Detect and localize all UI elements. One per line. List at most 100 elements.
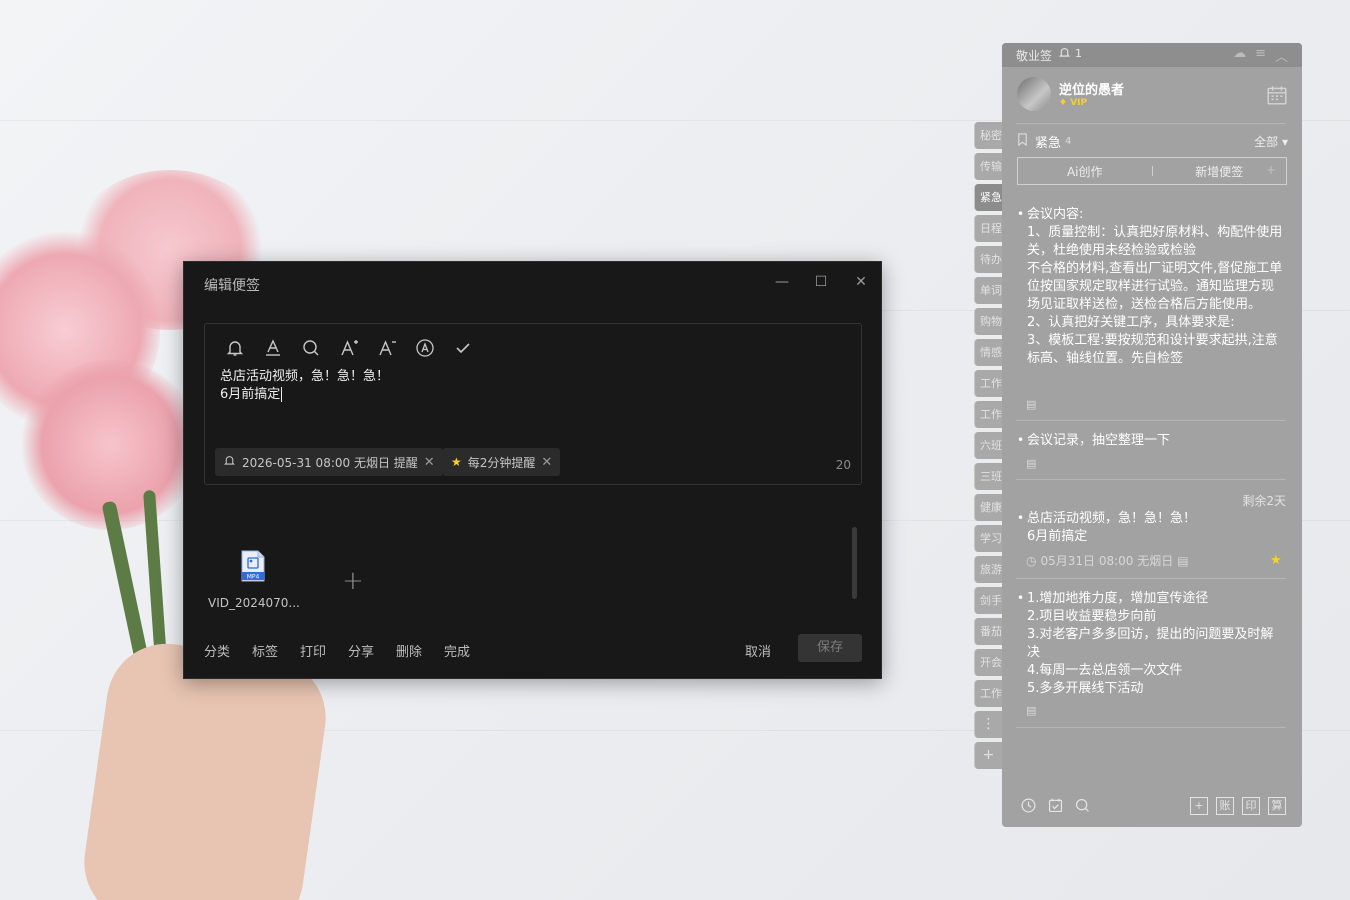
note-line-1: 总店活动视频，急！急！急！ <box>220 369 390 384</box>
repeat-chip[interactable]: ★ 每2分钟提醒 ✕ <box>443 448 561 476</box>
bookmark-icon <box>1016 133 1029 150</box>
text-color-icon[interactable] <box>263 338 283 358</box>
delete-button[interactable]: 删除 <box>396 641 422 660</box>
reminder-chip[interactable]: 2026-05-31 08:00 无烟日 提醒 ✕ <box>215 448 443 476</box>
category-tab-active[interactable]: 紧急 <box>974 184 1002 211</box>
category-tab[interactable]: 健康 <box>974 494 1002 521</box>
category-tab[interactable]: 三班 <box>974 463 1002 490</box>
bell-icon <box>223 454 236 470</box>
category-tab[interactable]: 旅游 <box>974 556 1002 583</box>
category-count: 4 <box>1065 136 1072 147</box>
note-content: 会议内容: 1、质量控制：认真把好原材料、构配件使用关，杜绝使用未经检验或检验 … <box>1027 207 1283 366</box>
remove-repeat-icon[interactable]: ✕ <box>541 455 552 470</box>
add-note-icon[interactable]: + <box>1190 797 1208 815</box>
list-item[interactable]: • 1.增加地推力度，增加宣传途径 2.项目收益要稳步向前 3.对老客户多多回访… <box>1016 590 1286 698</box>
search-icon[interactable] <box>301 338 321 358</box>
scrollbar[interactable] <box>852 527 857 599</box>
collapse-icon[interactable]: ︿ <box>1275 46 1288 65</box>
note-content: 会议记录，抽空整理一下 <box>1027 433 1171 448</box>
lock-icon: ▤ <box>1026 457 1037 470</box>
search-icon[interactable] <box>1074 797 1091 818</box>
lock-icon: ▤ <box>1026 398 1037 411</box>
notification-count: 1 <box>1075 47 1082 60</box>
category-tab[interactable]: 传输 <box>974 153 1002 180</box>
print-icon[interactable]: 印 <box>1242 797 1260 815</box>
sticky-notes-panel: 敬业签 1 ☁ ≡ ︿ 逆位的愚者 ♦ VIP 紧急 4 全部 ▾ Ai创作 新… <box>1002 43 1302 827</box>
category-tab[interactable]: 开会 <box>974 649 1002 676</box>
remove-reminder-icon[interactable]: ✕ <box>424 455 435 470</box>
font-style-icon[interactable] <box>415 338 435 358</box>
ai-create-button[interactable]: Ai创作 <box>1018 163 1152 180</box>
category-name: 紧急 <box>1035 136 1062 151</box>
remaining-days: 剩余2天 <box>1242 494 1286 508</box>
panel-header: 敬业签 1 ☁ ≡ ︿ <box>1002 43 1302 67</box>
tag-button[interactable]: 标签 <box>252 641 278 660</box>
list-item[interactable]: • 总店活动视频，急！急！急！ 6月前搞定 <box>1016 510 1286 546</box>
done-button[interactable]: 完成 <box>444 641 470 660</box>
panel-footer: + 账 印 算 <box>1002 791 1302 827</box>
attachment-name: VID_2024070... <box>208 596 300 610</box>
account-icon[interactable]: 账 <box>1216 797 1234 815</box>
app-name: 敬业签 <box>1016 49 1053 63</box>
font-decrease-icon[interactable] <box>377 338 397 358</box>
note-content: 总店活动视频，急！急！急！ 6月前搞定 <box>1027 511 1197 544</box>
cancel-button[interactable]: 取消 <box>745 641 771 660</box>
star-icon[interactable]: ★ <box>1270 553 1282 568</box>
svg-text:MP4: MP4 <box>247 574 260 581</box>
note-line-2: 6月前搞定 <box>220 387 283 402</box>
calculator-icon[interactable]: 算 <box>1268 797 1286 815</box>
char-count: 20 <box>835 458 851 472</box>
save-button[interactable]: 保存 <box>798 634 862 662</box>
print-button[interactable]: 打印 <box>300 641 326 660</box>
video-file-icon: MP4 <box>240 550 266 582</box>
category-tab[interactable]: 剑手 <box>974 587 1002 614</box>
star-icon: ★ <box>451 455 462 469</box>
menu-icon[interactable]: ≡ <box>1255 46 1266 65</box>
minimize-button[interactable]: — <box>772 272 792 292</box>
vip-badge: ♦ VIP <box>1059 98 1088 108</box>
category-tab[interactable]: 购物 <box>974 308 1002 335</box>
share-button[interactable]: 分享 <box>348 641 374 660</box>
calendar-icon[interactable] <box>1266 84 1287 105</box>
reminder-bell-icon[interactable] <box>225 338 245 358</box>
history-clock-icon[interactable] <box>1020 797 1037 818</box>
font-increase-icon[interactable] <box>339 338 359 358</box>
category-tab[interactable]: 情感 <box>974 339 1002 366</box>
clock-icon: ◷ <box>1026 553 1037 568</box>
add-category-icon[interactable]: + <box>974 742 1002 769</box>
category-tab[interactable]: 工作 <box>974 680 1002 707</box>
category-tab[interactable]: 单词 <box>974 277 1002 304</box>
note-editor-box: 总店活动视频，急！急！急！ 6月前搞定 2026-05-31 08:00 无烟日… <box>204 323 862 485</box>
notification-bell-icon[interactable] <box>1058 46 1071 62</box>
category-tab[interactable]: 学习 <box>974 525 1002 552</box>
edit-note-dialog: 编辑便签 — ☐ ✕ 总店活动视频，急！急！急！ 6月前搞定 2026-05-3… <box>183 261 882 679</box>
avatar[interactable] <box>1017 77 1051 111</box>
note-content: 1.增加地推力度，增加宣传途径 2.项目收益要稳步向前 3.对老客户多多回访，提… <box>1027 591 1274 696</box>
category-tab[interactable]: 工作 <box>974 370 1002 397</box>
more-tabs-icon[interactable]: ⋮ <box>974 711 1002 738</box>
username[interactable]: 逆位的愚者 <box>1059 79 1124 98</box>
attachment-item[interactable]: MP4 VID_2024070... <box>208 550 300 610</box>
category-tab[interactable]: 待办 <box>974 246 1002 273</box>
category-button[interactable]: 分类 <box>204 641 230 660</box>
list-item[interactable]: • 会议记录，抽空整理一下 <box>1016 432 1286 450</box>
filter-dropdown[interactable]: 全部 ▾ <box>1254 133 1288 150</box>
lock-icon: ▤ <box>1026 704 1037 717</box>
maximize-button[interactable]: ☐ <box>811 272 831 292</box>
reminder-meta: ◷ 05月31日 08:00 无烟日 ▤ <box>1026 553 1189 569</box>
todo-check-icon[interactable] <box>1047 797 1064 818</box>
category-tab[interactable]: 六班 <box>974 432 1002 459</box>
note-text-area[interactable]: 总店活动视频，急！急！急！ 6月前搞定 <box>220 368 389 404</box>
category-header: 紧急 4 <box>1016 132 1071 151</box>
category-tab[interactable]: 番茄 <box>974 618 1002 645</box>
category-tab[interactable]: 秘密 <box>974 122 1002 149</box>
check-icon[interactable] <box>453 338 473 358</box>
category-tab[interactable]: 工作 <box>974 401 1002 428</box>
cloud-sync-icon[interactable]: ☁ <box>1233 46 1246 65</box>
category-tab[interactable]: 日程 <box>974 215 1002 242</box>
list-item[interactable]: • 会议内容: 1、质量控制：认真把好原材料、构配件使用关，杜绝使用未经检验或检… <box>1016 206 1286 386</box>
close-button[interactable]: ✕ <box>851 272 871 292</box>
lock-icon: ▤ <box>1177 553 1189 568</box>
add-attachment-button[interactable]: + <box>342 566 364 596</box>
reminder-chip-label: 2026-05-31 08:00 无烟日 提醒 <box>242 455 418 470</box>
